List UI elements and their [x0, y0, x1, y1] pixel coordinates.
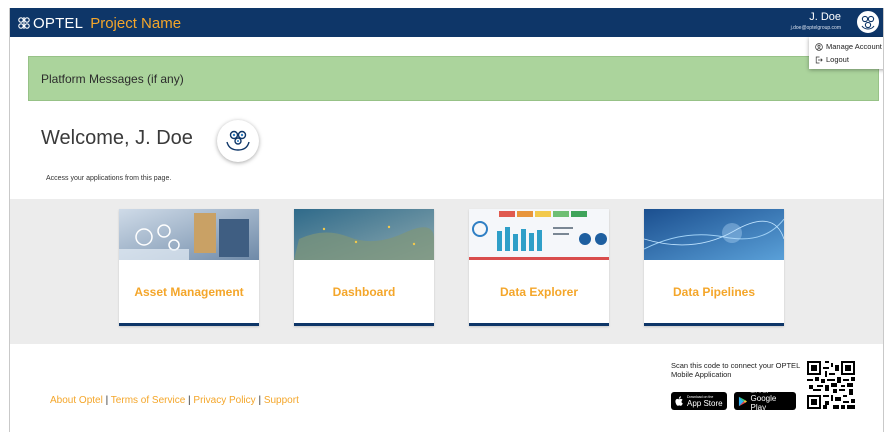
- google-play-icon: [738, 396, 748, 406]
- app-store-big-text: App Store: [687, 398, 723, 408]
- dashboard-thumbnail: [294, 209, 434, 260]
- dashboard-label: Dashboard: [332, 284, 396, 299]
- user-circle-icon: [815, 42, 823, 51]
- welcome-badge: [217, 120, 259, 162]
- manage-account-label: Manage Account: [826, 42, 882, 51]
- user-dropdown-menu: Manage Account Logout: [809, 37, 883, 69]
- footer-links: About Optel | Terms of Service | Privacy…: [50, 395, 299, 406]
- data-pipelines-label: Data Pipelines: [672, 284, 756, 299]
- qr-code-icon: [807, 361, 855, 409]
- footer-separator: |: [255, 395, 264, 406]
- footer-link-privacy[interactable]: Privacy Policy: [193, 395, 255, 406]
- app-card-data-pipelines[interactable]: Data Pipelines: [644, 209, 784, 326]
- data-explorer-thumbnail: [469, 209, 609, 260]
- asset-management-label: Asset Management: [134, 284, 244, 299]
- welcome-title: Welcome, J. Doe: [41, 127, 193, 149]
- app-card-asset-management[interactable]: Asset Management: [119, 209, 259, 326]
- project-name[interactable]: Project Name: [90, 15, 181, 32]
- avatar[interactable]: [857, 11, 879, 33]
- logout-icon: [815, 56, 823, 63]
- apple-icon: [675, 395, 683, 406]
- top-bar: OPTEL Project Name J. Doe j.doe@optelgro…: [10, 8, 883, 37]
- gears-avatar-icon: [861, 15, 875, 30]
- footer-link-support[interactable]: Support: [264, 395, 299, 406]
- welcome-subtitle: Access your applications from this page.: [46, 175, 172, 182]
- brand-name: OPTEL: [33, 14, 84, 32]
- scan-instructions: Scan this code to connect your OPTEL Mob…: [671, 361, 800, 379]
- user-email: j.doe@optelgroup.com: [790, 25, 841, 31]
- google-play-big-text: Google Play: [750, 394, 777, 412]
- footer-link-about[interactable]: About Optel: [50, 395, 103, 406]
- footer-separator: |: [102, 395, 111, 406]
- user-info[interactable]: J. Doe j.doe@optelgroup.com: [791, 11, 841, 32]
- manage-account-menu-item[interactable]: Manage Account: [809, 40, 883, 53]
- platform-messages-bar: Platform Messages (if any): [28, 56, 879, 101]
- app-store-text: Download on the App Store: [687, 395, 723, 408]
- google-play-text: GET IT ON Google Play: [751, 390, 792, 412]
- app-card-data-explorer[interactable]: Data Explorer: [469, 209, 609, 326]
- gears-hands-icon: [226, 130, 250, 151]
- asset-management-thumbnail: [119, 209, 259, 260]
- logout-label: Logout: [826, 55, 849, 64]
- brand-logo[interactable]: OPTEL Project Name: [17, 13, 181, 33]
- applications-panel: Asset Management Dashboard Data Explorer…: [10, 199, 883, 344]
- data-pipelines-thumbnail: [644, 209, 784, 260]
- app-frame: OPTEL Project Name J. Doe j.doe@optelgro…: [9, 8, 884, 432]
- logout-menu-item[interactable]: Logout: [809, 53, 883, 66]
- app-store-badge[interactable]: Download on the App Store: [671, 392, 727, 410]
- footer-link-terms[interactable]: Terms of Service: [111, 395, 185, 406]
- google-play-badge[interactable]: GET IT ON Google Play: [734, 390, 796, 412]
- data-explorer-label: Data Explorer: [499, 284, 579, 299]
- app-card-dashboard[interactable]: Dashboard: [294, 209, 434, 326]
- user-name: J. Doe: [809, 11, 841, 23]
- platform-messages-text: Platform Messages (if any): [41, 71, 184, 86]
- optel-logo-icon: [18, 17, 30, 29]
